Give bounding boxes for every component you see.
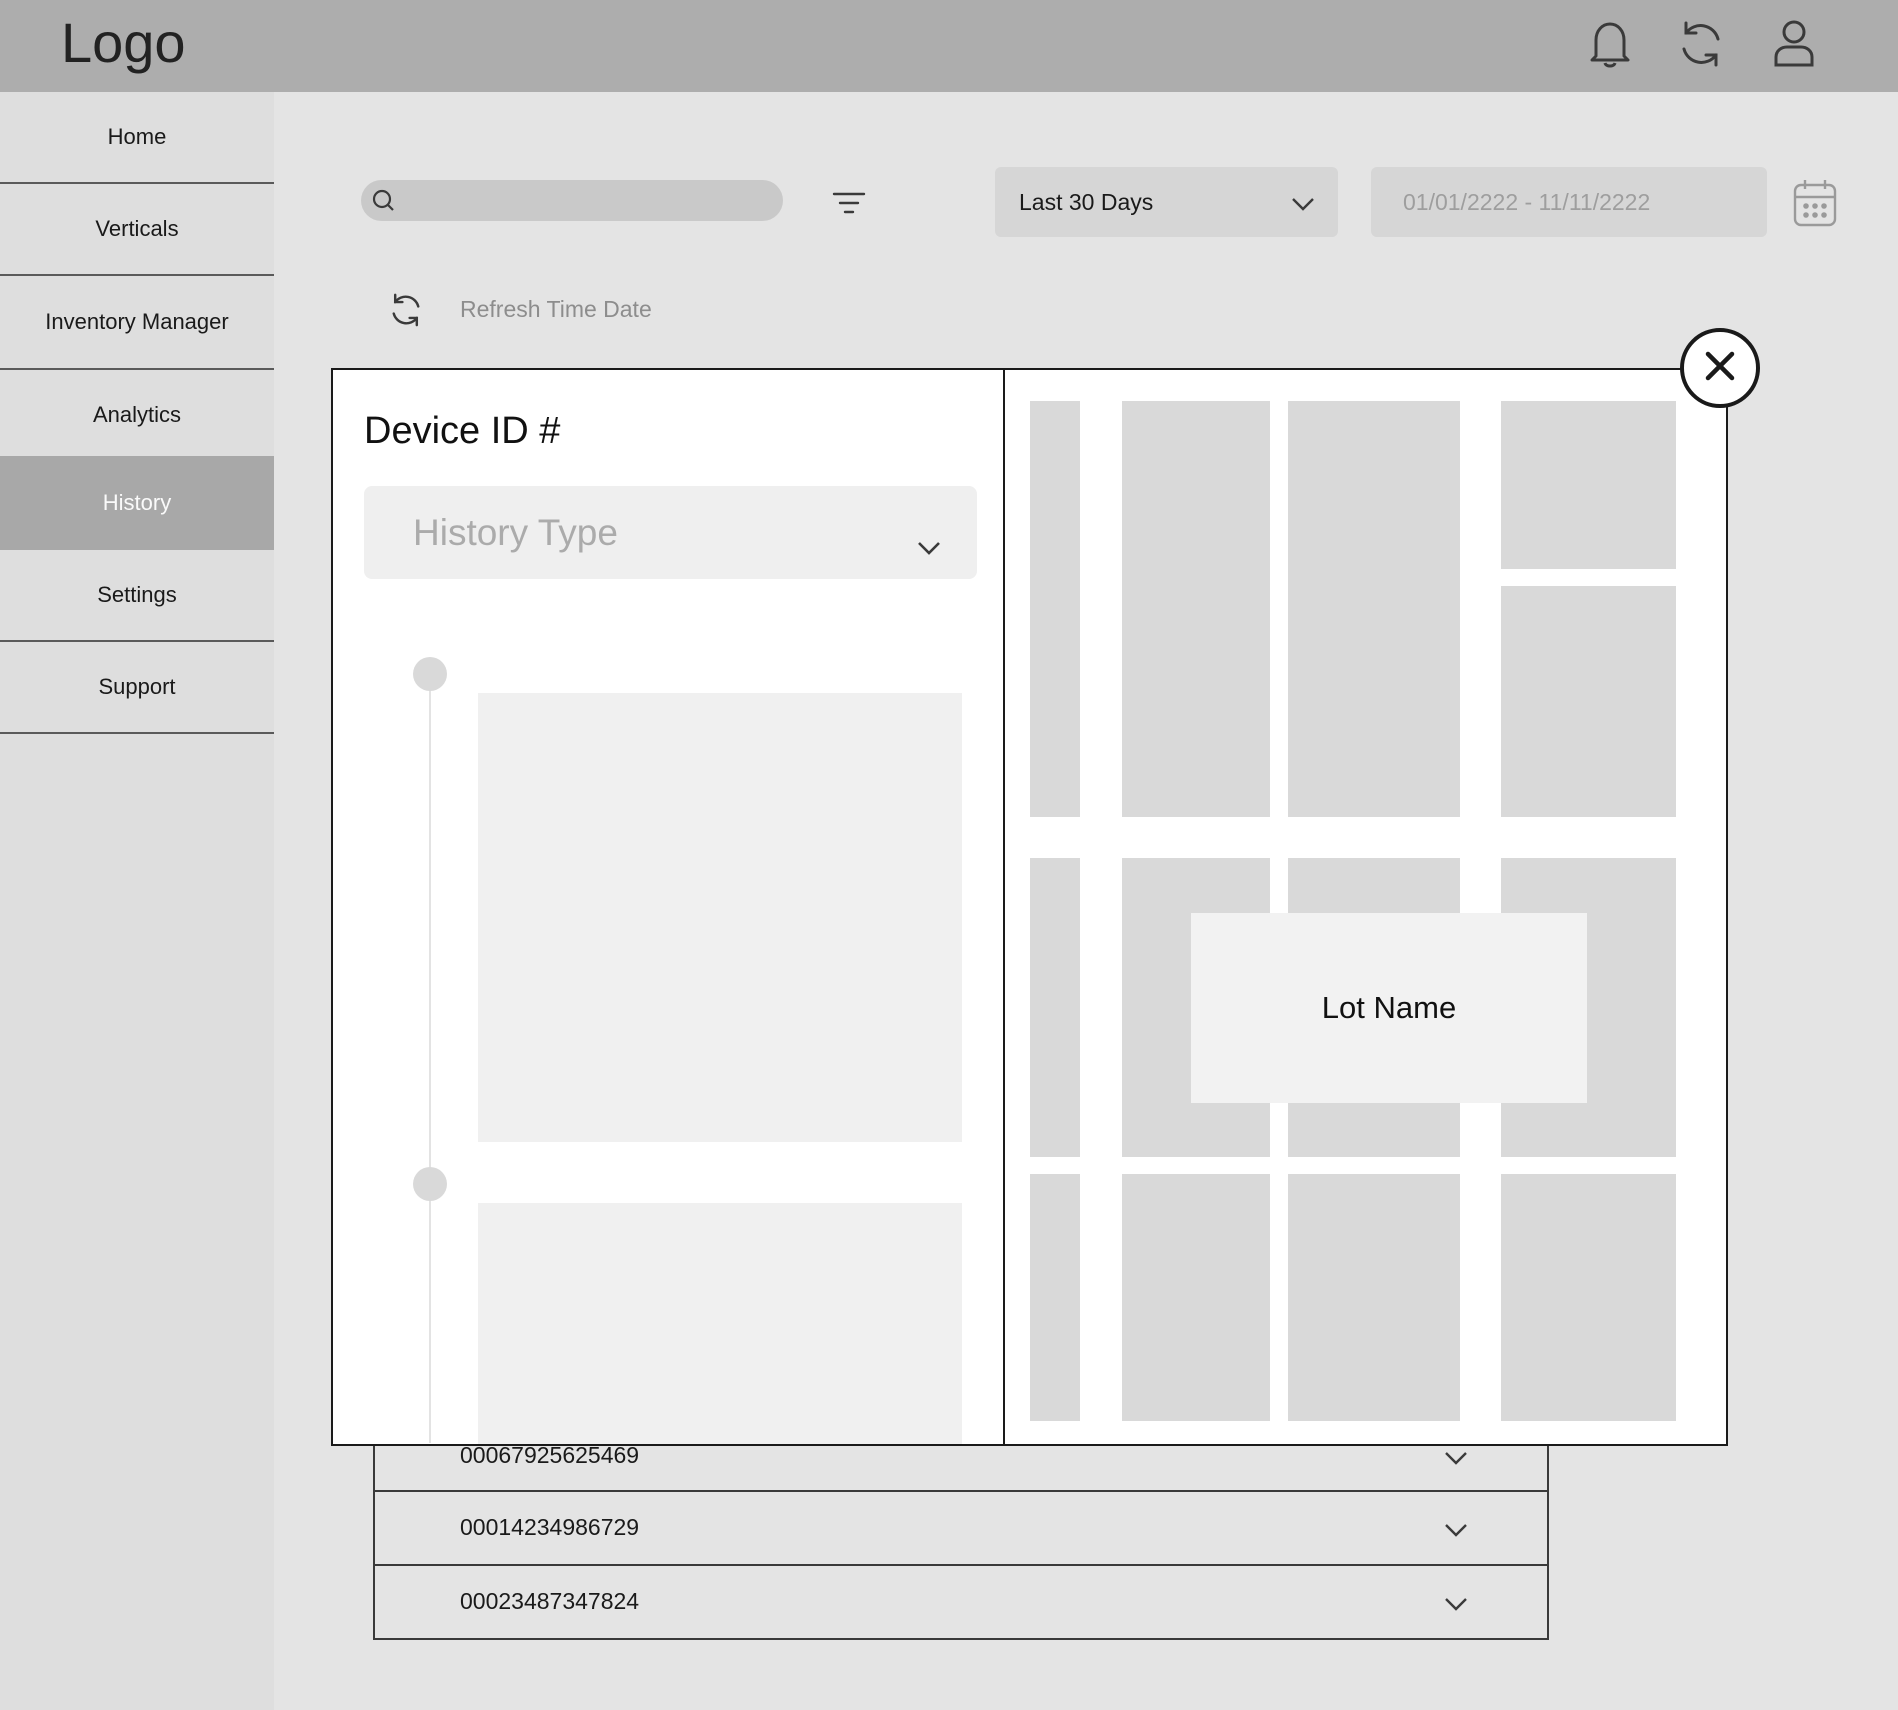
sidebar-item-settings[interactable]: Settings <box>0 550 274 642</box>
sidebar-item-label: Support <box>98 674 176 699</box>
device-list: 00067925625469 00014234986729 0002348734… <box>373 1418 1549 1640</box>
search-bar[interactable] <box>361 180 783 221</box>
sidebar-item-support[interactable]: Support <box>0 642 274 734</box>
lot-block <box>1030 1174 1080 1421</box>
date-range-select[interactable]: Last 30 Days <box>995 167 1338 237</box>
lot-block <box>1288 401 1460 817</box>
device-id: 00023487347824 <box>460 1588 640 1614</box>
lot-block <box>1501 401 1676 569</box>
bell-icon[interactable] <box>1582 16 1638 72</box>
sidebar-item-analytics[interactable]: Analytics <box>0 370 274 460</box>
date-range-select-value: Last 30 Days <box>1019 188 1154 215</box>
list-item[interactable]: 00023487347824 <box>373 1566 1549 1640</box>
sidebar-item-label: Settings <box>97 582 177 607</box>
sidebar: Home Verticals Inventory Manager Analyti… <box>0 92 274 1710</box>
sidebar-item-history[interactable]: History <box>0 456 274 550</box>
chevron-down-icon[interactable] <box>1443 1522 1469 1543</box>
search-input[interactable] <box>405 180 765 221</box>
sidebar-item-inventory-manager[interactable]: Inventory Manager <box>0 276 274 370</box>
lot-block <box>1030 858 1080 1157</box>
sidebar-item-verticals[interactable]: Verticals <box>0 184 274 276</box>
sidebar-item-home[interactable]: Home <box>0 92 274 184</box>
lot-block <box>1288 1174 1460 1421</box>
chevron-down-icon <box>1290 191 1316 218</box>
lot-name-label[interactable]: Lot Name <box>1191 913 1587 1103</box>
sidebar-item-label: Analytics <box>92 402 182 427</box>
sidebar-item-label: Verticals <box>95 216 179 241</box>
refresh-icon[interactable] <box>388 292 424 333</box>
user-icon[interactable] <box>1766 16 1822 72</box>
lot-block <box>1030 401 1080 817</box>
lot-block <box>1122 401 1270 817</box>
calendar-icon[interactable] <box>1792 177 1838 234</box>
search-icon <box>371 188 397 219</box>
sync-icon[interactable] <box>1673 16 1729 72</box>
lot-block <box>1122 1174 1270 1421</box>
chevron-down-icon[interactable] <box>1443 1450 1469 1471</box>
list-item[interactable]: 00014234986729 <box>373 1492 1549 1566</box>
lot-name-text: Lot Name <box>1321 990 1457 1025</box>
sidebar-item-label: Home <box>107 124 167 149</box>
lot-map[interactable]: Lot Name <box>333 370 1730 1444</box>
date-range-placeholder: 01/01/2222 - 11/11/2222 <box>1403 188 1651 215</box>
close-icon <box>1700 346 1740 391</box>
close-button[interactable] <box>1680 328 1760 408</box>
device-history-modal: Device ID # History Type Lot Name <box>331 368 1728 1446</box>
sidebar-item-label: History <box>102 490 172 515</box>
logo[interactable]: Logo <box>61 8 186 78</box>
sidebar-item-label: Inventory Manager <box>45 309 229 334</box>
lot-block <box>1501 1174 1676 1421</box>
top-bar: Logo <box>0 0 1898 92</box>
filter-icon[interactable] <box>831 188 867 223</box>
refresh-time-label[interactable]: Refresh Time Date <box>460 296 652 323</box>
lot-block <box>1501 586 1676 817</box>
device-id: 00067925625469 <box>460 1442 640 1468</box>
date-range-field[interactable]: 01/01/2222 - 11/11/2222 <box>1371 167 1767 237</box>
chevron-down-icon[interactable] <box>1443 1596 1469 1617</box>
device-id: 00014234986729 <box>460 1514 640 1540</box>
